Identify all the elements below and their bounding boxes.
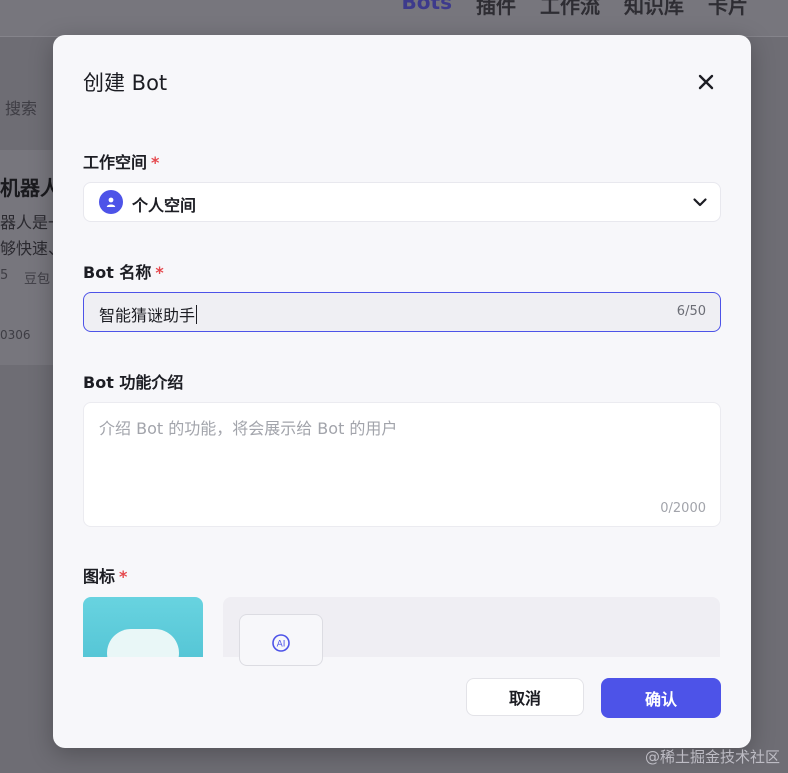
- workspace-value: 个人空间: [132, 196, 197, 215]
- watermark: @稀土掘金技术社区: [644, 748, 780, 766]
- bot-description-label-text: Bot 功能介绍: [83, 373, 184, 392]
- bot-name-value: 智能猜谜助手: [99, 306, 196, 325]
- nav-item-workflows: 工作流: [540, 0, 600, 18]
- icon-label: 图标 *: [83, 563, 127, 587]
- workspace-label-text: 工作空间: [83, 153, 148, 172]
- bot-name-char-count: 6/50: [676, 304, 706, 319]
- cancel-button[interactable]: 取消: [466, 678, 584, 716]
- nav-item-cards: 卡片: [708, 0, 748, 18]
- background-card-number: 0306: [0, 328, 31, 342]
- chevron-down-icon: [693, 198, 707, 207]
- nav-item-bots: Bots: [401, 0, 452, 14]
- background-card-model: 豆包: [24, 272, 51, 287]
- close-icon: [698, 74, 714, 90]
- bot-name-label-text: Bot 名称: [83, 263, 152, 282]
- confirm-button[interactable]: 确认: [601, 678, 721, 718]
- top-navigation-bar: Bots 插件 工作流 知识库 卡片: [0, 0, 788, 37]
- svg-text:AI: AI: [277, 640, 286, 650]
- workspace-label: 工作空间 *: [83, 149, 159, 173]
- bot-description-placeholder: 介绍 Bot 的功能，将会展示给 Bot 的用户: [99, 419, 398, 438]
- required-mark: *: [155, 263, 164, 282]
- bot-name-label: Bot 名称 *: [83, 259, 164, 283]
- ai-generate-icon: AI: [272, 634, 290, 652]
- icon-label-text: 图标: [83, 567, 116, 586]
- bot-description-label: Bot 功能介绍: [83, 369, 183, 393]
- workspace-select[interactable]: 个人空间: [83, 182, 721, 222]
- bot-description-char-count: 0/2000: [660, 501, 706, 516]
- user-icon: [99, 190, 123, 214]
- dialog-title: 创建 Bot: [83, 71, 168, 95]
- required-mark: *: [119, 567, 128, 586]
- icon-generation-panel: AI: [223, 597, 720, 666]
- bot-name-value-wrap: 智能猜谜助手: [99, 302, 198, 326]
- background-search-label: 搜索: [5, 99, 38, 118]
- background-card-meta: 5: [0, 268, 9, 283]
- bot-description-textarea[interactable]: 介绍 Bot 的功能，将会展示给 Bot 的用户 0/2000: [83, 402, 721, 527]
- required-mark: *: [151, 153, 160, 172]
- create-bot-dialog: 创建 Bot 工作空间 * 个人空间 Bot 名称 * 智能猜谜助手 6/50 Bo…: [53, 35, 751, 748]
- background-card-title: 机器人: [0, 176, 60, 200]
- bot-avatar-image: [107, 629, 179, 657]
- bot-name-input[interactable]: 智能猜谜助手 6/50: [83, 292, 721, 332]
- nav-item-plugins: 插件: [476, 0, 516, 18]
- bot-icon-preview[interactable]: [83, 597, 203, 657]
- ai-generate-icon-button[interactable]: AI: [239, 614, 323, 666]
- top-nav: Bots 插件 工作流 知识库 卡片: [402, 0, 748, 19]
- nav-item-knowledge: 知识库: [624, 0, 684, 18]
- close-button[interactable]: [691, 67, 721, 97]
- text-cursor: [196, 305, 198, 324]
